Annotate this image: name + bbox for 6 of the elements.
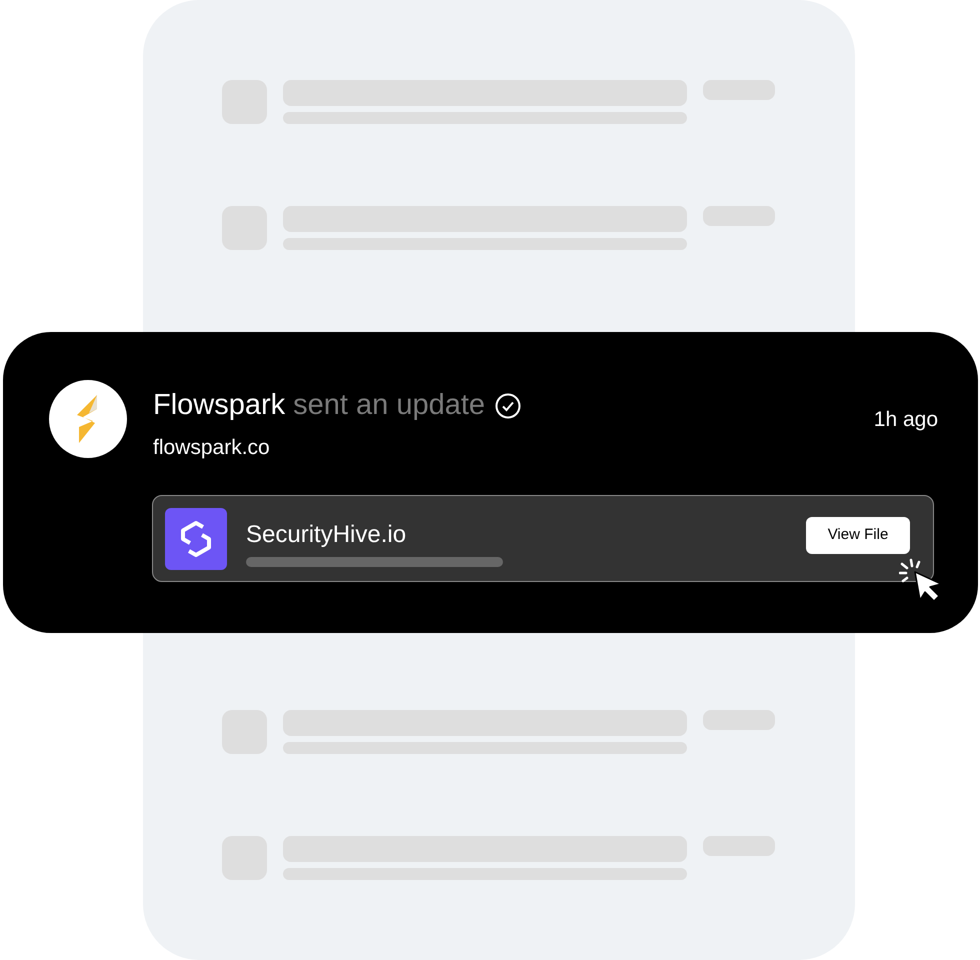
domain-text: flowspark.co xyxy=(153,434,270,460)
timestamp: 1h ago xyxy=(874,407,938,430)
view-file-button[interactable]: View File xyxy=(806,517,910,554)
attachment-name: SecurityHive.io xyxy=(246,520,408,550)
sender-name: Flowspark xyxy=(153,388,286,423)
action-text: sent an update xyxy=(293,388,486,423)
